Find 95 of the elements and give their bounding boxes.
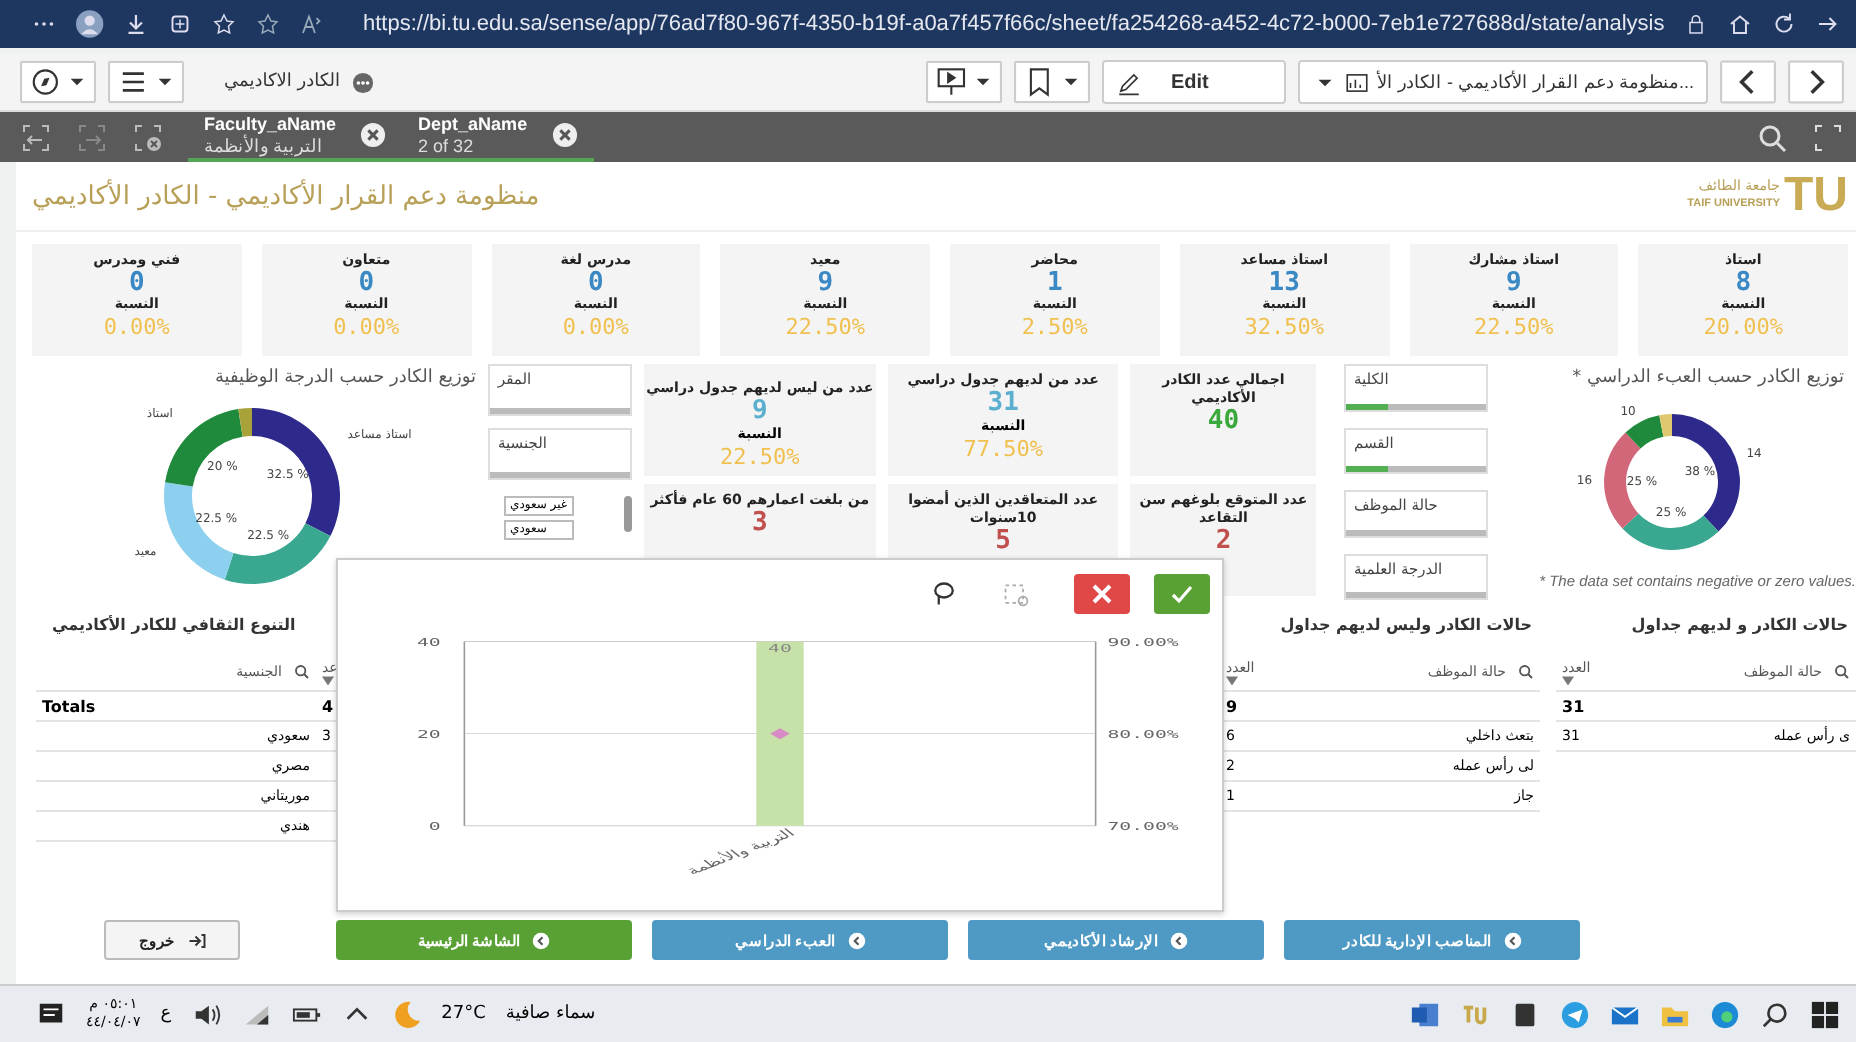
kpi-ratio: 2.50%	[1021, 314, 1088, 340]
kpi-value: 1	[1046, 270, 1063, 296]
diamond-marker-icon[interactable]	[770, 728, 790, 740]
next-sheet-icon[interactable]	[1788, 60, 1844, 104]
kpi-ratio: 22.50%	[785, 314, 865, 340]
check-icon	[1170, 582, 1194, 606]
table-title: حالات الكادر وليس لديهم جداول	[1278, 614, 1534, 638]
kpi-value: 9	[751, 397, 768, 425]
search-icon[interactable]	[1518, 664, 1534, 680]
edit-button[interactable]: Edit	[1102, 60, 1287, 104]
document-app-icon[interactable]	[1410, 999, 1440, 1029]
chart-title: توزيع الكادر حسب الدرجة الوظيفية	[212, 366, 478, 392]
kpi-ratio: 22.50%	[719, 443, 800, 469]
donut-slice[interactable]	[224, 523, 331, 584]
chevron-icon	[532, 931, 551, 949]
weather-temperature[interactable]: 27°C	[441, 1004, 486, 1024]
sort-icon[interactable]	[1562, 675, 1574, 685]
kpi-ratio: 0.00%	[333, 314, 400, 340]
dashboard-title: منظومة دعم القرار الأكاديمي - الكادر الأكاديمي	[32, 181, 540, 211]
chart-icon	[1344, 69, 1371, 95]
confirm-selection-button[interactable]	[1154, 574, 1210, 614]
address-bar[interactable]: https://bi.tu.edu.sa/sense/app/76ad7f80-967f-4350-b19f-a0a7f457f66c/sheet/fa254268-a452-4c72-b000-7eb1e727688d/state/analysis	[342, 12, 1665, 36]
avatar-icon[interactable]	[75, 8, 104, 40]
kpi-value: 0	[128, 270, 145, 296]
close-icon[interactable]	[551, 122, 578, 148]
kpi-value: 13	[1268, 270, 1300, 296]
sort-icon[interactable]	[322, 675, 334, 685]
selection-chip[interactable]: Dept_aName 2 of 32	[418, 113, 528, 157]
start-icon[interactable]	[1810, 999, 1840, 1029]
totals-value: 4	[320, 697, 336, 715]
table-title: حالات الكادر و لديهم جداول	[1629, 614, 1850, 638]
kpi-ratio: 22.50%	[1474, 314, 1554, 340]
kpi-value: 3	[751, 510, 768, 538]
search-icon[interactable]	[294, 664, 310, 680]
kpi-ratio: 77.50%	[963, 436, 1043, 462]
lock-icon[interactable]	[1684, 10, 1709, 38]
chevron-icon	[1170, 931, 1189, 949]
notification-icon[interactable]	[36, 999, 66, 1029]
exit-icon	[187, 931, 205, 949]
sheet-selector[interactable]: منظومة دعم القرار الأكاديمي - الكادر الأ...	[1298, 60, 1708, 104]
kpi-ratio: 0.00%	[562, 314, 629, 340]
kpi-ratio: 20.00%	[1703, 314, 1783, 340]
present-dropdown-icon[interactable]	[926, 60, 1003, 104]
star-icon[interactable]	[255, 10, 280, 38]
telegram-icon[interactable]	[1560, 999, 1590, 1029]
donut-slice[interactable]	[1622, 513, 1719, 550]
kpi-value: 40	[1207, 408, 1240, 436]
totals-value: 9	[1224, 697, 1240, 715]
chart-title: * توزيع الكادر حسب العبء الدراسي	[1570, 366, 1846, 392]
kpi-value: 9	[1505, 270, 1522, 296]
collections-icon[interactable]	[167, 10, 192, 38]
home-icon[interactable]	[1728, 10, 1753, 38]
chevron-icon	[1503, 931, 1522, 949]
clear-selections-icon[interactable]	[132, 121, 164, 153]
search-icon[interactable]	[1834, 664, 1850, 680]
close-icon[interactable]	[360, 122, 387, 148]
chevron-icon	[847, 931, 866, 949]
kpi-value: 8	[1735, 270, 1752, 296]
step-back-icon[interactable]	[20, 121, 52, 153]
totals-value: 31	[1560, 697, 1587, 715]
totals-label: Totals	[40, 697, 98, 715]
search-icon[interactable]	[1756, 121, 1788, 153]
download-icon[interactable]	[123, 10, 148, 38]
refresh-icon[interactable]	[1772, 10, 1797, 38]
donut-slice[interactable]	[1672, 414, 1740, 532]
read-aloud-icon[interactable]	[299, 10, 323, 38]
close-icon	[1090, 582, 1114, 606]
kpi-ratio: 32.50%	[1244, 314, 1324, 340]
menu-dropdown-icon[interactable]	[108, 60, 184, 104]
favorites-icon[interactable]	[211, 10, 236, 38]
bookmark-dropdown-icon[interactable]	[1014, 60, 1091, 104]
language-indicator[interactable]: ع	[160, 1004, 172, 1024]
app-icon[interactable]	[1510, 999, 1540, 1029]
table-title: التنوع الثقافي للكادر الأكاديمي	[50, 613, 298, 638]
kpi-value: 31	[987, 390, 1019, 418]
app-name[interactable]: الكادر الاكاديمي	[224, 72, 341, 92]
kpi-value: 0	[587, 270, 604, 296]
kpi-ratio: 0.00%	[103, 314, 170, 340]
cancel-selection-button[interactable]	[1074, 574, 1130, 614]
previous-sheet-icon[interactable]	[1720, 60, 1776, 104]
weather-text[interactable]: سماء صافية	[505, 1004, 596, 1024]
search-icon[interactable]	[1760, 999, 1790, 1029]
navigation-dropdown-icon[interactable]	[20, 60, 96, 104]
donut-slice[interactable]	[252, 408, 340, 536]
lasso-icon[interactable]	[930, 580, 958, 608]
selections-tool-icon[interactable]	[1812, 121, 1844, 153]
scrollbar[interactable]	[624, 496, 632, 532]
kpi-value: 5	[995, 528, 1011, 556]
browser-icon[interactable]	[1710, 999, 1740, 1029]
kpi-value: 0	[358, 270, 375, 296]
app-info-icon[interactable]	[352, 71, 375, 93]
kpi-value: 2	[1215, 528, 1232, 556]
sort-icon[interactable]	[1226, 675, 1238, 685]
kpi-value: 9	[817, 270, 834, 296]
pencil-icon	[1116, 69, 1143, 95]
